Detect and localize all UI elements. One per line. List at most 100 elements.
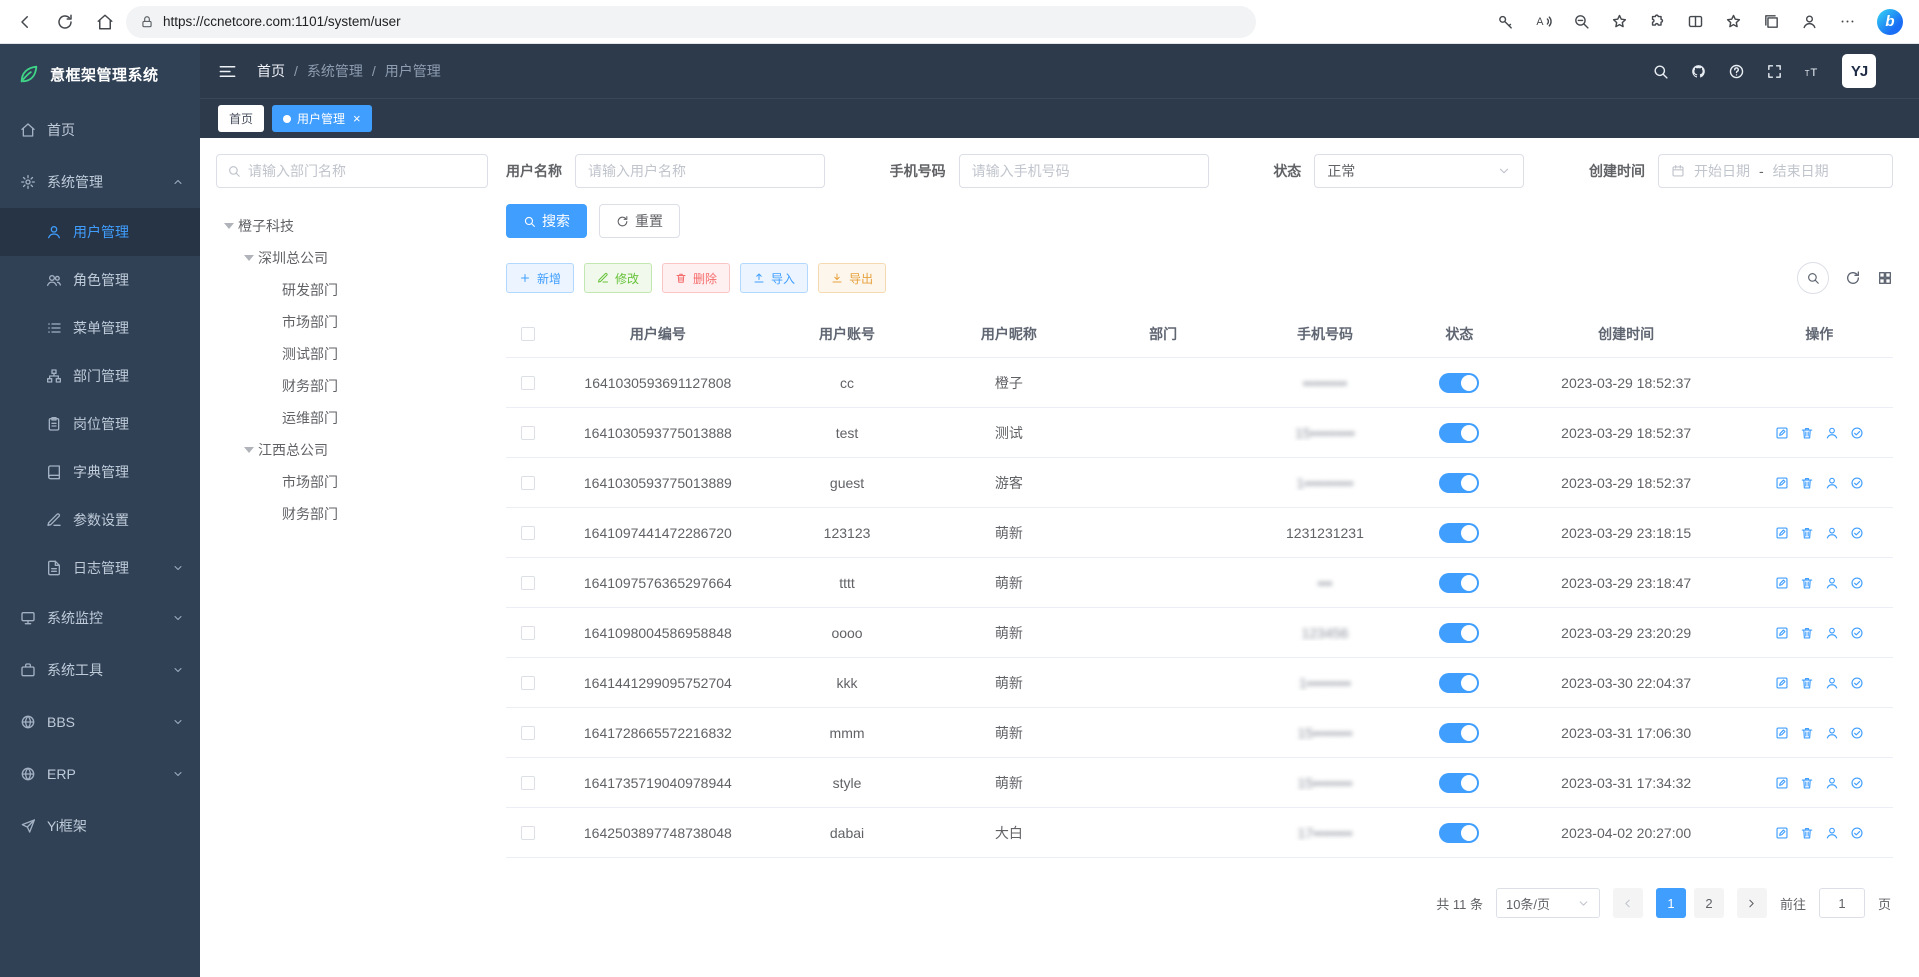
previous-page-button[interactable] <box>1613 888 1643 918</box>
reset-password-icon[interactable] <box>1825 776 1839 790</box>
refresh-icon[interactable] <box>56 13 74 31</box>
edit-icon[interactable] <box>1775 526 1789 540</box>
delete-icon[interactable] <box>1800 426 1814 440</box>
sidebar-item-param[interactable]: 参数设置 <box>0 496 200 544</box>
tree-node[interactable]: 财务部门 <box>216 498 488 530</box>
export-button[interactable]: 导出 <box>818 263 886 293</box>
add-button[interactable]: 新增 <box>506 263 574 293</box>
phone-field[interactable] <box>959 154 1209 188</box>
breadcrumb-system[interactable]: 系统管理 <box>307 61 363 81</box>
fullscreen-icon[interactable] <box>1766 63 1783 80</box>
edit-icon[interactable] <box>1775 476 1789 490</box>
refresh-icon[interactable] <box>1845 270 1861 286</box>
delete-icon[interactable] <box>1800 476 1814 490</box>
reset-password-icon[interactable] <box>1825 826 1839 840</box>
row-checkbox[interactable] <box>521 676 535 690</box>
username-field[interactable] <box>575 154 825 188</box>
date-range-picker[interactable]: 开始日期 - 结束日期 <box>1658 154 1893 188</box>
row-checkbox[interactable] <box>521 426 535 440</box>
edit-icon[interactable] <box>1775 626 1789 640</box>
tree-expand-icon[interactable] <box>240 250 258 266</box>
tree-node[interactable]: 研发部门 <box>216 274 488 306</box>
delete-button[interactable]: 删除 <box>662 263 730 293</box>
sidebar-item-bbs[interactable]: BBS <box>0 696 200 748</box>
sidebar-item-post[interactable]: 岗位管理 <box>0 400 200 448</box>
goto-page-input[interactable] <box>1820 896 1864 911</box>
reset-password-icon[interactable] <box>1825 626 1839 640</box>
reset-password-icon[interactable] <box>1825 476 1839 490</box>
sidebar-item-role[interactable]: 角色管理 <box>0 256 200 304</box>
delete-icon[interactable] <box>1800 726 1814 740</box>
delete-icon[interactable] <box>1800 626 1814 640</box>
sidebar-item-erp[interactable]: ERP <box>0 748 200 800</box>
delete-icon[interactable] <box>1800 576 1814 590</box>
assign-role-icon[interactable] <box>1850 776 1864 790</box>
more-icon[interactable] <box>1839 13 1856 30</box>
status-toggle[interactable] <box>1439 623 1479 643</box>
font-size-icon[interactable]: TT <box>1804 63 1821 80</box>
sidebar-item-tool[interactable]: 系统工具 <box>0 644 200 696</box>
sidebar-toggle-icon[interactable] <box>218 62 237 81</box>
status-toggle[interactable] <box>1439 473 1479 493</box>
edit-button[interactable]: 修改 <box>584 263 652 293</box>
assign-role-icon[interactable] <box>1850 526 1864 540</box>
phone-input[interactable] <box>972 163 1196 179</box>
assign-role-icon[interactable] <box>1850 626 1864 640</box>
assign-role-icon[interactable] <box>1850 726 1864 740</box>
reset-password-icon[interactable] <box>1825 526 1839 540</box>
delete-icon[interactable] <box>1800 776 1814 790</box>
next-page-button[interactable] <box>1737 888 1767 918</box>
department-search-input[interactable] <box>248 163 477 179</box>
status-toggle[interactable] <box>1439 573 1479 593</box>
read-aloud-icon[interactable]: A <box>1535 13 1552 30</box>
sidebar-item-system[interactable]: 系统管理 <box>0 156 200 208</box>
sidebar-item-dict[interactable]: 字典管理 <box>0 448 200 496</box>
tab-home[interactable]: 首页 <box>218 105 264 132</box>
address-bar[interactable]: https://ccnetcore.com:1101/system/user <box>126 6 1256 38</box>
status-toggle[interactable] <box>1439 423 1479 443</box>
edit-icon[interactable] <box>1775 676 1789 690</box>
row-checkbox[interactable] <box>521 776 535 790</box>
reset-button[interactable]: 重置 <box>599 204 680 238</box>
tree-node[interactable]: 测试部门 <box>216 338 488 370</box>
row-checkbox[interactable] <box>521 626 535 640</box>
row-checkbox[interactable] <box>521 526 535 540</box>
edit-icon[interactable] <box>1775 776 1789 790</box>
row-checkbox[interactable] <box>521 476 535 490</box>
grid-icon[interactable] <box>1877 270 1893 286</box>
sidebar-item-home[interactable]: 首页 <box>0 104 200 156</box>
tree-node[interactable]: 橙子科技 <box>216 210 488 242</box>
sidebar-item-yi[interactable]: Yi框架 <box>0 800 200 852</box>
edit-icon[interactable] <box>1775 826 1789 840</box>
assign-role-icon[interactable] <box>1850 826 1864 840</box>
sidebar-item-log[interactable]: 日志管理 <box>0 544 200 592</box>
delete-icon[interactable] <box>1800 826 1814 840</box>
back-icon[interactable] <box>16 13 34 31</box>
tree-node[interactable]: 江西总公司 <box>216 434 488 466</box>
search-icon[interactable] <box>1652 63 1669 80</box>
delete-icon[interactable] <box>1800 676 1814 690</box>
sidebar-item-user[interactable]: 用户管理 <box>0 208 200 256</box>
page-button-2[interactable]: 2 <box>1694 888 1724 918</box>
department-search-box[interactable] <box>216 154 488 188</box>
tree-node[interactable]: 深圳总公司 <box>216 242 488 274</box>
row-checkbox[interactable] <box>521 376 535 390</box>
key-icon[interactable] <box>1497 13 1514 30</box>
edit-icon[interactable] <box>1775 576 1789 590</box>
edit-icon[interactable] <box>1775 426 1789 440</box>
favorites-add-icon[interactable] <box>1611 13 1628 30</box>
reset-password-icon[interactable] <box>1825 726 1839 740</box>
row-checkbox[interactable] <box>521 726 535 740</box>
assign-role-icon[interactable] <box>1850 476 1864 490</box>
tree-expand-icon[interactable] <box>220 218 238 234</box>
extensions-icon[interactable] <box>1649 13 1666 30</box>
assign-role-icon[interactable] <box>1850 576 1864 590</box>
tree-node[interactable]: 市场部门 <box>216 306 488 338</box>
search-tool-button[interactable] <box>1797 262 1829 294</box>
delete-icon[interactable] <box>1800 526 1814 540</box>
tree-node[interactable]: 市场部门 <box>216 466 488 498</box>
breadcrumb-home[interactable]: 首页 <box>257 61 285 81</box>
username-input[interactable] <box>588 163 812 179</box>
home-icon[interactable] <box>96 13 114 31</box>
status-select[interactable]: 正常 <box>1314 154 1524 188</box>
